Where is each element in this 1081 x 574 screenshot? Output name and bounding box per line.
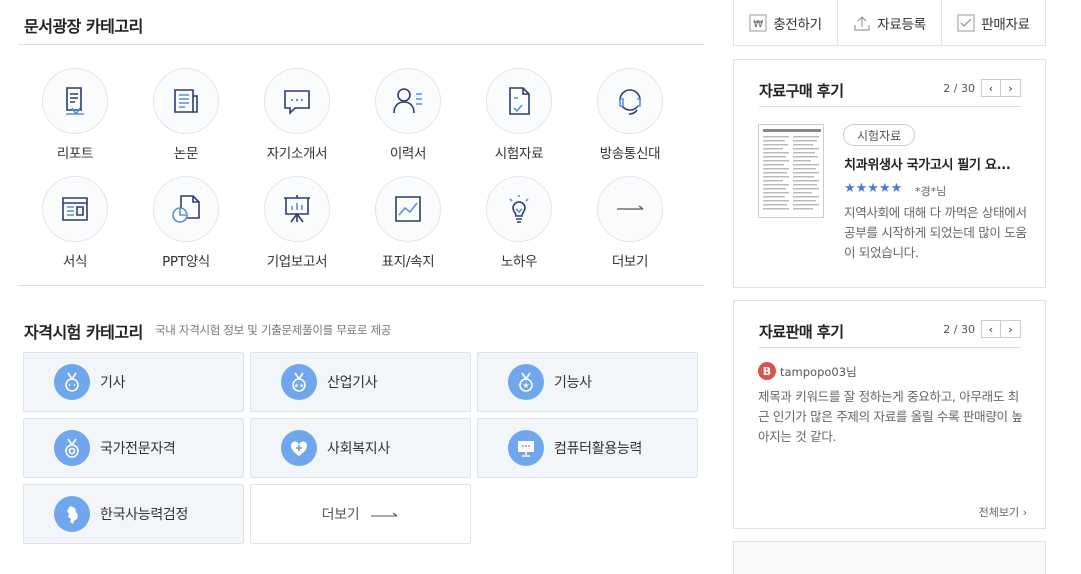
cert-social-worker-button[interactable]: 사회복지사	[250, 418, 471, 478]
reviewer-name: tampopo03님	[780, 365, 857, 379]
category-tag[interactable]: 시험자료	[843, 124, 916, 146]
category-knowhow[interactable]: 노하우	[474, 176, 564, 270]
newspaper-icon	[174, 89, 198, 113]
upload-icon	[854, 15, 870, 31]
svg-text:★★: ★★	[294, 383, 305, 390]
category-resume[interactable]: 이력서	[363, 68, 453, 162]
cert-category-title: 자격시험 카테고리	[24, 323, 143, 342]
medal-stars-icon: ★★	[292, 372, 306, 392]
category-form[interactable]: 서식	[30, 176, 120, 270]
page-indicator: 2 / 30	[943, 81, 975, 95]
cert-craftsman-button[interactable]: ★ 기능사	[477, 352, 698, 412]
sales-review-card: 자료판매 후기 2 / 30 ‹ › B tampopo03님 제목과 키워드를…	[733, 300, 1046, 529]
purchase-review-card: 자료구매 후기 2 / 30 ‹ › 시험자료 치과위생사 국가고시 필기 요.…	[733, 59, 1046, 288]
category-label: 노하우	[500, 254, 538, 270]
my-sales-button[interactable]: 판매자료	[942, 0, 1045, 45]
pager: 2 / 30 ‹ ›	[943, 79, 1021, 97]
lightbulb-icon	[509, 195, 529, 223]
category-label: 리포트	[56, 146, 94, 162]
card-title: 자료구매 후기	[759, 82, 844, 100]
next-button[interactable]: ›	[1001, 79, 1021, 97]
pager: 2 / 30 ‹ ›	[943, 320, 1021, 338]
divider	[18, 285, 704, 286]
partial-card	[733, 541, 1046, 574]
presentation-board-icon	[284, 195, 310, 223]
arrow-right-icon	[371, 512, 398, 517]
cert-industrial-engineer-button[interactable]: ★★ 산업기사	[250, 352, 471, 412]
view-all-link[interactable]: 전체보기 ›	[979, 504, 1027, 520]
korea-map-icon	[67, 506, 78, 524]
category-label: 자기소개서	[266, 146, 328, 162]
category-self-intro[interactable]: 자기소개서	[252, 68, 342, 162]
cert-national-professional-button[interactable]: 국가전문자격	[23, 418, 244, 478]
svg-text:₩: ₩	[753, 19, 763, 30]
svg-text:★: ★	[522, 381, 529, 390]
reviewer-name: *경*님	[915, 185, 947, 198]
headset-icon	[619, 89, 641, 115]
category-company-report[interactable]: 기업보고서	[252, 176, 342, 270]
form-window-icon	[62, 197, 88, 221]
category-label: 표지/속지	[381, 254, 435, 270]
cert-engineer-button[interactable]: 기사	[23, 352, 244, 412]
category-cover[interactable]: 표지/속지	[363, 176, 453, 270]
upload-button[interactable]: 자료등록	[838, 0, 942, 45]
cert-more-button[interactable]: 더보기	[250, 484, 471, 544]
exam-document-icon	[509, 87, 530, 115]
image-frame-icon	[395, 196, 421, 222]
category-label: 시험자료	[494, 146, 544, 162]
avatar: B	[758, 362, 776, 380]
next-button[interactable]: ›	[1001, 320, 1021, 338]
review-text: 지역사회에 대해 다 까먹은 상태에서 공부를 시작하게 되었는데 많이 도움이…	[844, 205, 1027, 260]
quick-action-bar: ₩ 충전하기 자료등록 판매자료	[733, 0, 1046, 46]
divider	[759, 347, 1021, 348]
category-more[interactable]: 더보기	[585, 176, 675, 270]
category-ppt[interactable]: PPT양식	[141, 176, 231, 270]
divider	[759, 106, 1021, 107]
person-list-icon	[393, 88, 422, 114]
category-label: 더보기	[611, 254, 649, 270]
prev-button[interactable]: ‹	[981, 79, 1001, 97]
heart-plus-icon	[290, 441, 308, 456]
report-pen-icon	[66, 87, 84, 116]
arrow-right-icon	[617, 205, 644, 210]
category-label: 서식	[62, 254, 88, 270]
category-label: 이력서	[389, 146, 427, 162]
category-label: 방송통신대	[599, 146, 661, 162]
document-thumbnail[interactable]	[758, 124, 824, 218]
doc-category-title: 문서광장 카테고리	[24, 17, 143, 36]
star-rating: ★★★★★	[844, 181, 903, 196]
category-label: PPT양식	[162, 254, 210, 270]
card-title: 자료판매 후기	[759, 323, 844, 341]
monitor-icon	[518, 441, 534, 457]
medal-star-icon: ★	[519, 372, 533, 392]
pie-document-icon	[172, 195, 200, 223]
category-report[interactable]: 리포트	[30, 68, 120, 162]
charge-button[interactable]: ₩ 충전하기	[734, 0, 838, 45]
cert-computer-skill-button[interactable]: 컴퓨터활용능력	[477, 418, 698, 478]
category-exam[interactable]: 시험자료	[474, 68, 564, 162]
medal-icon	[65, 372, 79, 392]
prev-button[interactable]: ‹	[981, 320, 1001, 338]
category-label: 기업보고서	[266, 254, 328, 270]
checkbox-icon	[957, 14, 975, 31]
review-text: 제목과 키워드를 잘 정하는게 중요하고, 아무래도 최근 인기가 많은 주제의…	[758, 389, 1023, 444]
page-indicator: 2 / 30	[943, 322, 975, 336]
medal-ring-icon	[65, 438, 79, 458]
cert-korean-history-button[interactable]: 한국사능력검정	[23, 484, 244, 544]
category-thesis[interactable]: 논문	[141, 68, 231, 162]
category-knou[interactable]: 방송통신대	[585, 68, 675, 162]
speech-bubble-icon	[284, 90, 310, 115]
category-label: 논문	[173, 146, 199, 162]
document-title[interactable]: 치과위생사 국가고시 필기 요...	[844, 154, 1024, 173]
won-icon: ₩	[749, 14, 767, 31]
cert-category-subtitle: 국내 자격시험 정보 및 기출문제풀이를 무료로 제공	[155, 323, 392, 337]
divider	[18, 44, 704, 45]
